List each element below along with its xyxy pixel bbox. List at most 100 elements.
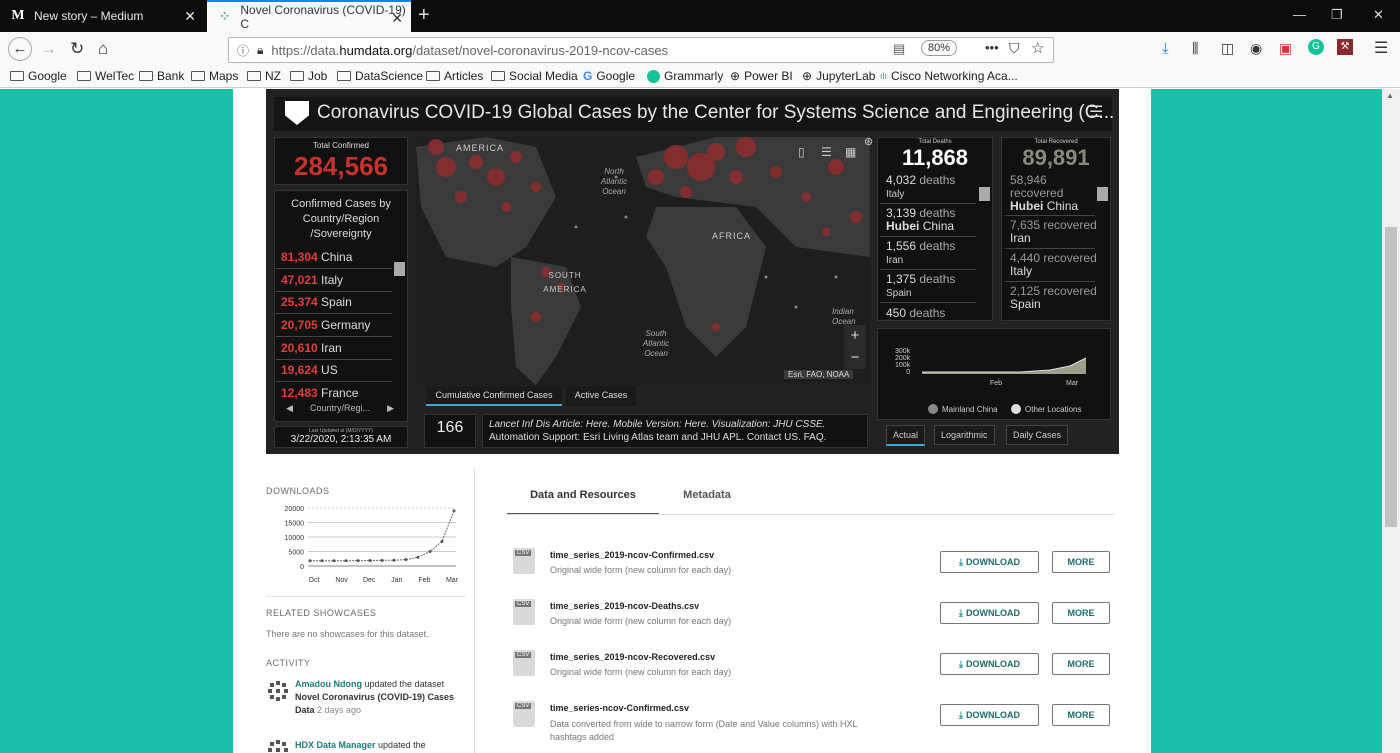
info-line-2[interactable]: Automation Support: Esri Living Atlas te… [489,431,861,444]
tab-metadata[interactable]: Metadata [667,489,747,515]
bookmark-google-link[interactable]: G Google [583,69,635,83]
info-icon[interactable]: ⓘ [237,42,249,59]
minimize-icon[interactable]: — [1293,7,1306,22]
bookmark-weltec[interactable]: WelTec [77,69,134,83]
resource-title[interactable]: time_series_2019-ncov-Recovered.csv [550,652,715,662]
tab-daily-cases[interactable]: Daily Cases [1006,425,1069,445]
resource-title[interactable]: time_series_2019-ncov-Confirmed.csv [550,550,714,560]
downloads-chart: 20000 15000 10000 5000 0 Oct Nov Dec Jan Feb Mar [285,506,459,584]
download-button[interactable]: ⤓ DOWNLOAD [940,602,1039,624]
url-bar[interactable]: ⓘ 🔒︎ https://data. humdata.org/dataset/no… [228,37,1054,63]
bookmark-powerbi[interactable]: ⊕ Power BI [730,69,793,83]
scroll-up-icon[interactable]: ▲ [1386,91,1394,100]
country-row[interactable]: 12,483 France [281,386,358,400]
pocket-icon[interactable]: ⛉ [1009,40,1020,57]
reload-icon[interactable]: ↻ [70,39,84,59]
recovered-row[interactable]: 58,946 recovered Hubei China [1010,174,1078,213]
grammarly-ext-icon[interactable]: G [1308,39,1324,55]
more-button[interactable]: MORE [1052,653,1110,675]
tab-humdata[interactable]: ⁘ Novel Coronavirus (COVID-19) C ✕ [207,0,411,32]
download-button[interactable]: ⤓ DOWNLOAD [940,653,1039,675]
reader-view-icon[interactable]: ▤ [893,41,905,57]
bookmark-map-icon[interactable]: ▯ [798,145,805,159]
zoom-in-icon[interactable]: + [844,325,866,347]
dashboard-menu-icon[interactable]: ☰ [1089,102,1103,122]
deaths-scroll-thumb[interactable] [979,187,990,201]
restore-icon[interactable]: ❐ [1331,7,1343,23]
close-tab-icon[interactable]: ✕ [184,8,196,25]
forward-icon[interactable]: → [40,39,57,59]
resource-title[interactable]: time_series-ncov-Confirmed.csv [550,703,689,713]
bookmark-bank[interactable]: Bank [139,69,184,83]
window-close-icon[interactable]: ✕ [1373,7,1384,23]
bookmark-jupyterlab[interactable]: ⊕ JupyterLab [802,69,875,83]
bookmark-cisco[interactable]: ılı Cisco Networking Aca... [880,69,1018,83]
tab-logarithmic[interactable]: Logarithmic [934,425,995,445]
death-row[interactable]: 1,375 deaths Spain [886,273,955,300]
bookmark-nz[interactable]: NZ [247,69,281,83]
more-button[interactable]: MORE [1052,551,1110,573]
country-row[interactable]: 19,624 US [281,363,338,377]
bookmark-google[interactable]: Google [10,69,67,83]
world-map[interactable]: AMERICA North Atlantic Ocean AFRICA SOUT… [416,137,870,385]
recovered-row[interactable]: 2,125 recovered Spain [1010,285,1097,311]
page-scrollbar[interactable]: ▲ [1382,89,1400,753]
zoom-level[interactable]: 80% [921,40,958,56]
library-icon[interactable]: ⫼ [1192,40,1198,57]
bookmark-social-media[interactable]: Social Media [491,69,578,83]
tab-active-cases[interactable]: Active Cases [566,386,636,406]
death-row[interactable]: 1,556 deaths Iran [886,240,955,267]
bookmark-articles[interactable]: Articles [426,69,483,83]
dashboard-title: Coronavirus COVID-19 Global Cases by the… [317,102,1115,123]
total-confirmed-panel: Total Confirmed 284,566 [274,137,408,185]
pocket-ext-icon[interactable]: ▣ [1279,40,1292,57]
download-button[interactable]: ⤓ DOWNLOAD [940,704,1039,726]
bookmark-job[interactable]: Job [290,69,327,83]
tab-cumulative-confirmed[interactable]: Cumulative Confirmed Cases [426,386,562,406]
account-icon[interactable]: ◉ [1250,40,1262,57]
scroll-thumb[interactable] [1385,227,1397,527]
death-row[interactable]: 4,032 deaths Italy [886,174,955,201]
basemap-gallery-icon[interactable]: ▦ [845,145,856,159]
next-arrow-icon[interactable]: ▶ [387,403,394,414]
country-row[interactable]: 47,021 Italy [281,273,343,287]
tab-medium[interactable]: M New story – Medium ✕ [0,0,204,32]
recovered-row[interactable]: 4,440 recovered Italy [1010,252,1097,278]
recovered-scroll-thumb[interactable] [1097,187,1108,201]
sidebar-icon[interactable]: ◫ [1221,40,1234,57]
back-icon[interactable]: ← [8,37,32,61]
tab-actual[interactable]: Actual [886,425,926,446]
country-row[interactable]: 81,304 China [281,250,352,264]
activity-user-link[interactable]: Amadou Ndong [295,679,362,689]
more-button[interactable]: MORE [1052,602,1110,624]
death-row[interactable]: 450 deaths [886,306,945,320]
list-icon[interactable]: ☰ [821,145,832,159]
home-icon[interactable]: ⌂ [98,39,108,59]
menu-icon[interactable]: ☰ [1374,38,1388,58]
bookmark-grammarly[interactable]: Grammarly [647,69,723,83]
downloads-icon[interactable]: ⤓ [1162,40,1169,57]
prev-arrow-icon[interactable]: ◀ [286,403,293,414]
bookmark-maps[interactable]: Maps [191,69,238,83]
tab-data-and-resources[interactable]: Data and Resources [507,489,659,515]
new-tab-icon[interactable]: + [418,4,430,27]
bookmark-star-icon[interactable]: ☆ [1031,39,1044,57]
country-list-scroll-thumb[interactable] [394,262,405,276]
recovered-row[interactable]: 7,635 recovered Iran [1010,219,1097,245]
resource-title[interactable]: time_series_2019-ncov-Deaths.csv [550,601,699,611]
zoom-out-icon[interactable]: − [844,347,866,369]
death-row[interactable]: 3,139 deaths Hubei China [886,207,955,233]
close-tab-icon[interactable]: ✕ [391,10,403,27]
extension-icon[interactable]: ⚒ [1337,39,1353,55]
country-row[interactable]: 20,610 Iran [281,341,342,355]
bookmark-datascience[interactable]: DataScience [337,69,423,83]
download-button[interactable]: ⤓ DOWNLOAD [940,551,1039,573]
country-row[interactable]: 25,374 Spain [281,295,352,309]
layer-toggle-icon[interactable]: ⊛ [864,135,873,148]
info-line-1[interactable]: Lancet Inf Dis Article: Here. Mobile Ver… [489,418,861,431]
country-row[interactable]: 20,705 Germany [281,318,370,332]
more-actions-icon[interactable]: ••• [985,40,999,55]
more-button[interactable]: MORE [1052,704,1110,726]
lock-icon[interactable]: 🔒︎ [257,43,263,58]
activity-user-link[interactable]: HDX Data Manager [295,740,376,750]
